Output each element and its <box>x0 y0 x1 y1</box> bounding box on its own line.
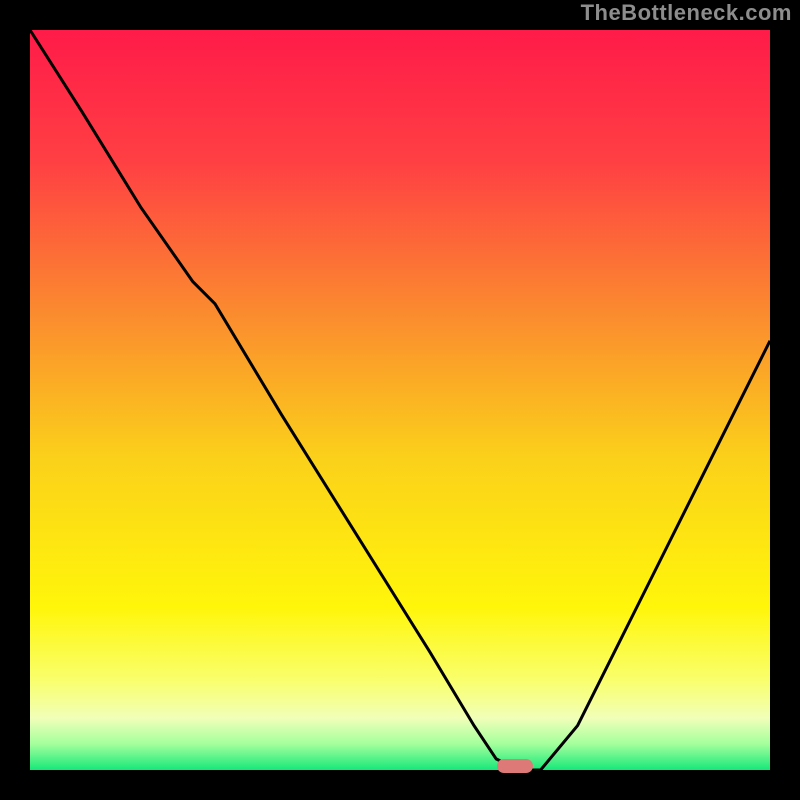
gradient-background <box>30 30 770 770</box>
chart-frame: TheBottleneck.com <box>0 0 800 800</box>
plot-svg <box>30 30 770 770</box>
watermark-text: TheBottleneck.com <box>581 0 792 26</box>
plot-area <box>30 30 770 770</box>
optimal-marker <box>497 759 533 773</box>
